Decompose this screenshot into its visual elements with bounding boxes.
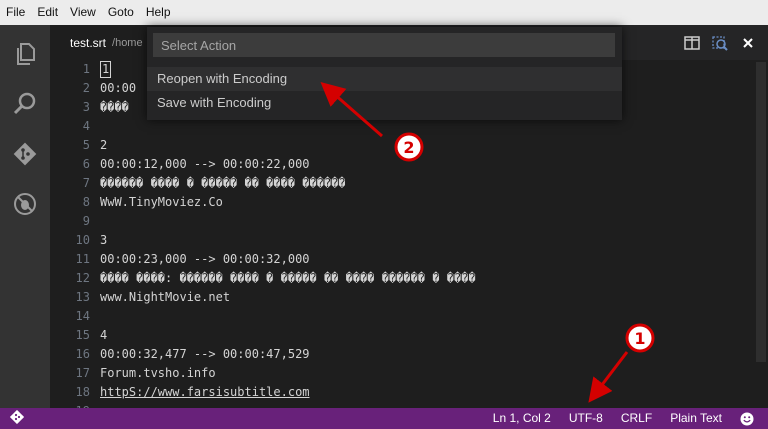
palette-input[interactable] bbox=[153, 33, 615, 57]
explorer-icon[interactable] bbox=[12, 41, 38, 67]
tab-filename: test.srt bbox=[70, 35, 107, 50]
line-number: 1 bbox=[82, 62, 90, 76]
menu-help[interactable]: Help bbox=[140, 0, 177, 25]
line-text: 2 bbox=[100, 138, 108, 152]
line-text: www.NightMovie.net bbox=[100, 290, 231, 304]
debug-icon[interactable] bbox=[12, 191, 38, 217]
line-number: 13 bbox=[75, 290, 90, 304]
search-icon[interactable] bbox=[12, 91, 38, 117]
editor-line: 14 bbox=[50, 307, 476, 326]
line-number: 17 bbox=[75, 366, 90, 380]
line-number: 2 bbox=[82, 81, 90, 95]
activity-bar bbox=[0, 25, 50, 408]
editor-line: 17 Forum.tvsho.info bbox=[50, 364, 476, 383]
menu-file[interactable]: File bbox=[0, 0, 31, 25]
palette-item-reopen-with-encoding[interactable]: Reopen with Encoding bbox=[147, 67, 622, 91]
status-eol[interactable]: CRLF bbox=[612, 408, 661, 429]
line-text: 00:00:12,000 --> 00:00:22,000 bbox=[100, 157, 310, 171]
line-number: 9 bbox=[82, 214, 90, 228]
line-number: 12 bbox=[75, 271, 90, 285]
git-branch-icon[interactable] bbox=[9, 409, 25, 427]
status-cursor-position[interactable]: Ln 1, Col 2 bbox=[484, 408, 560, 429]
line-number: 3 bbox=[82, 100, 90, 114]
editor-line: 8 WwW.TinyMoviez.Co bbox=[50, 193, 476, 212]
editor-line: 7 ������ ���� � ����� �� ���� ������ bbox=[50, 174, 476, 193]
line-text: 4 bbox=[100, 328, 108, 342]
line-text: ������ ���� � ����� �� ���� ������ bbox=[100, 176, 346, 190]
editor-line: 11 00:00:23,000 --> 00:00:32,000 bbox=[50, 250, 476, 269]
line-text: 3 bbox=[100, 233, 108, 247]
line-number: 8 bbox=[82, 195, 90, 209]
status-encoding[interactable]: UTF-8 bbox=[560, 408, 612, 429]
editor-line: 52 bbox=[50, 136, 476, 155]
status-language[interactable]: Plain Text bbox=[661, 408, 731, 429]
git-icon[interactable] bbox=[12, 141, 38, 167]
line-text: ���� bbox=[100, 100, 129, 114]
line-text: httpS://www.farsisubtitle.com bbox=[100, 385, 310, 399]
line-number: 16 bbox=[75, 347, 90, 361]
open-changes-icon[interactable] bbox=[710, 33, 730, 53]
line-number: 18 bbox=[75, 385, 90, 399]
line-number: 6 bbox=[82, 157, 90, 171]
editor-line: 12 ���� ����: ������ ���� � ����� �� ����… bbox=[50, 269, 476, 288]
line-text: ���� ����: ������ ���� � ����� �� ���� �… bbox=[100, 271, 476, 285]
menu-view[interactable]: View bbox=[64, 0, 102, 25]
editor-line: 15 4 bbox=[50, 326, 476, 345]
tab-path: /home bbox=[112, 36, 143, 49]
vertical-scrollbar[interactable] bbox=[754, 60, 768, 408]
editor-line: 16 00:00:32,477 --> 00:00:47,529 bbox=[50, 345, 476, 364]
line-number: 14 bbox=[75, 309, 90, 323]
menu-bar: File Edit View Goto Help bbox=[0, 0, 768, 25]
line-text: 1 bbox=[100, 61, 112, 78]
line-number: 11 bbox=[75, 252, 90, 266]
line-number: 10 bbox=[75, 233, 90, 247]
command-palette: Reopen with Encoding Save with Encoding bbox=[147, 27, 622, 120]
menu-goto[interactable]: Goto bbox=[102, 0, 140, 25]
line-text: 00:00:23,000 --> 00:00:32,000 bbox=[100, 252, 310, 266]
scrollbar-thumb[interactable] bbox=[756, 62, 766, 362]
close-icon[interactable] bbox=[738, 33, 758, 53]
line-number: 4 bbox=[82, 119, 90, 133]
editor-line: 10 3 bbox=[50, 231, 476, 250]
editor-line: 9 bbox=[50, 212, 476, 231]
line-text: Forum.tvsho.info bbox=[100, 366, 216, 380]
editor-actions bbox=[674, 25, 758, 60]
palette-item-save-with-encoding[interactable]: Save with Encoding bbox=[147, 91, 622, 115]
status-bar: Ln 1, Col 2 UTF-8 CRLF Plain Text bbox=[0, 408, 768, 429]
line-number: 7 bbox=[82, 176, 90, 190]
split-editor-icon[interactable] bbox=[682, 33, 702, 53]
feedback-smiley-icon[interactable] bbox=[731, 408, 768, 429]
menu-edit[interactable]: Edit bbox=[31, 0, 64, 25]
line-number: 15 bbox=[75, 328, 90, 342]
editor-line: 13 www.NightMovie.net bbox=[50, 288, 476, 307]
line-text: 00:00:32,477 --> 00:00:47,529 bbox=[100, 347, 310, 361]
editor-line: 18 httpS://www.farsisubtitle.com bbox=[50, 383, 476, 402]
line-text: WwW.TinyMoviez.Co bbox=[100, 195, 223, 209]
line-text: 00:00 bbox=[100, 81, 137, 95]
editor-line: 6 00:00:12,000 --> 00:00:22,000 bbox=[50, 155, 476, 174]
line-number: 5 bbox=[82, 138, 90, 152]
